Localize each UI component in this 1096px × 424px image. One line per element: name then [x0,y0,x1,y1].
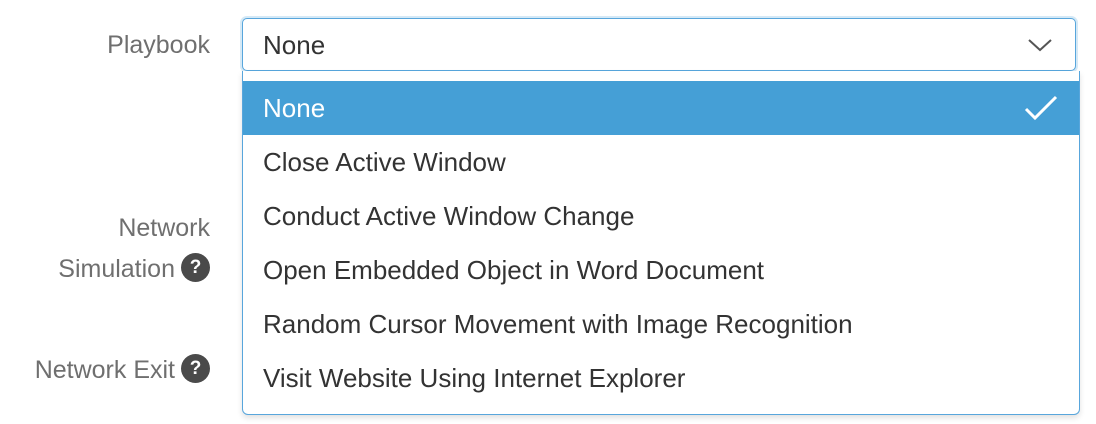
option-label: Open Embedded Object in Word Document [263,255,765,285]
help-icon[interactable]: ? [181,252,210,282]
dropdown-option-none[interactable]: None [243,81,1079,135]
dropdown-option-conduct-active-window-change[interactable]: Conduct Active Window Change [243,189,1079,243]
dropdown-option-random-cursor-movement[interactable]: Random Cursor Movement with Image Recogn… [243,297,1079,351]
dropdown-option-open-embedded-object[interactable]: Open Embedded Object in Word Document [243,243,1079,297]
chevron-down-icon [1028,39,1052,52]
network-exit-label: Network Exit? [34,353,210,388]
playbook-select-value: None [263,30,326,60]
option-label: Visit Website Using Internet Explorer [263,363,686,393]
network-exit-label-text: Network Exit [34,356,175,384]
option-label: None [263,93,326,123]
network-simulation-label-line2: Simulation? [58,249,210,290]
option-label: Conduct Active Window Change [263,201,635,231]
playbook-form: Playbook Network Simulation? Network Exi… [0,0,1096,424]
playbook-select[interactable]: None [242,18,1076,71]
network-simulation-label-text: Simulation [58,255,175,283]
dropdown-option-visit-website-ie[interactable]: Visit Website Using Internet Explorer [243,351,1079,405]
network-simulation-label: Network Simulation? [58,208,210,290]
option-label: Close Active Window [263,147,506,177]
dropdown-option-close-active-window[interactable]: Close Active Window [243,135,1079,189]
playbook-dropdown-menu: None Close Active Window Conduct Active … [242,71,1080,415]
help-icon[interactable]: ? [181,353,210,383]
option-label: Random Cursor Movement with Image Recogn… [263,309,853,339]
checkmark-icon [1024,95,1058,121]
network-simulation-label-line1: Network [118,214,210,242]
playbook-label: Playbook [107,31,210,59]
